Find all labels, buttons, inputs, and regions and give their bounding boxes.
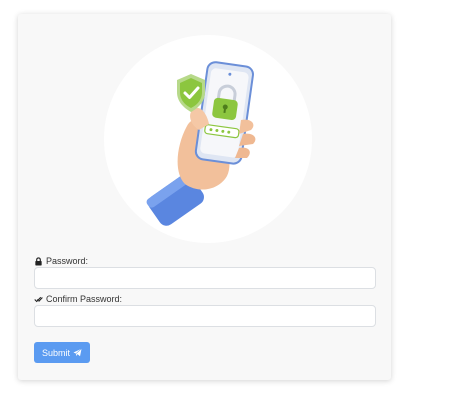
confirm-password-label: Confirm Password: [34, 294, 122, 304]
password-label: Password: [34, 256, 88, 266]
password-form-card: Password: Confirm Password: Submit [18, 14, 391, 380]
submit-button-label: Submit [41, 347, 70, 358]
double-check-icon [34, 295, 43, 304]
lock-icon [34, 256, 43, 266]
confirm-password-label-text: Confirm Password: [46, 294, 123, 304]
password-input[interactable] [34, 267, 376, 289]
security-illustration [103, 34, 313, 244]
submit-button[interactable]: Submit [34, 342, 90, 363]
paper-plane-icon [73, 348, 82, 357]
hand-phone-lock-icon [104, 35, 312, 243]
confirm-password-input[interactable] [34, 305, 376, 327]
password-label-text: Password: [46, 256, 89, 266]
